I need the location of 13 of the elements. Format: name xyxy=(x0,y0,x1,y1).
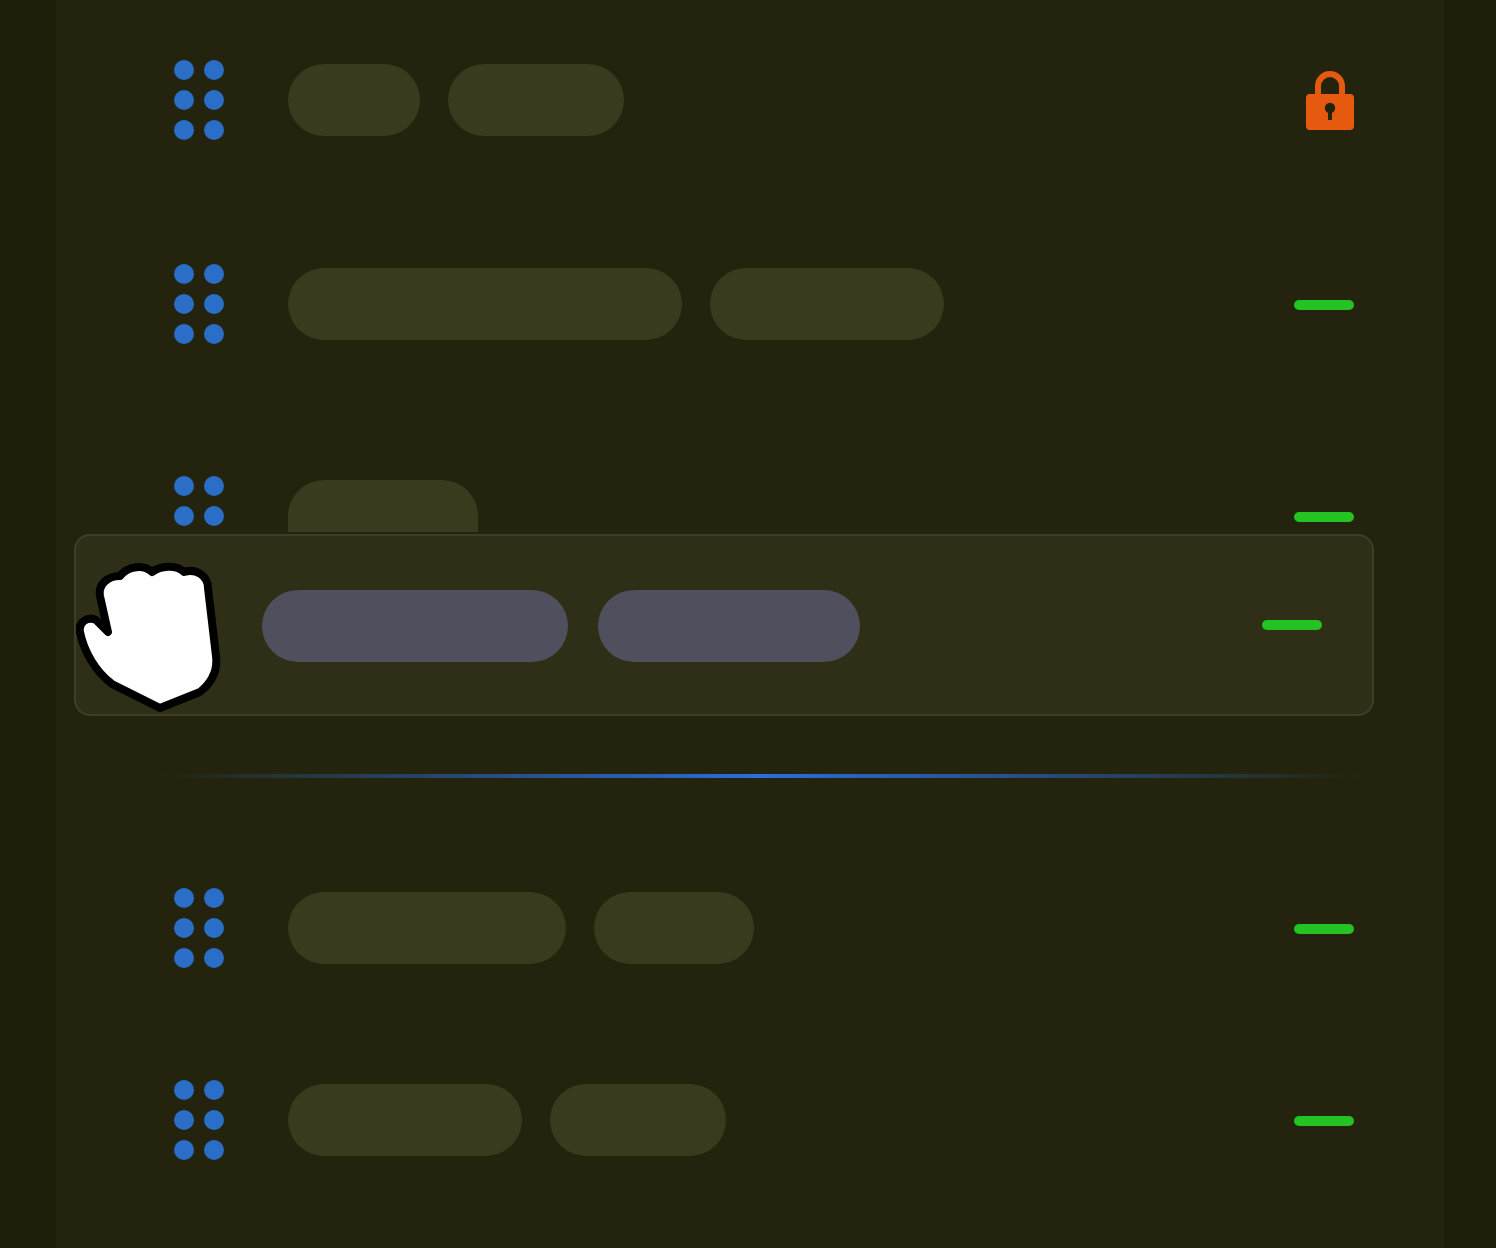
drag-handle-icon[interactable] xyxy=(174,60,226,140)
lock-icon xyxy=(1306,70,1354,130)
dash-icon xyxy=(1294,511,1354,521)
drag-handle-icon[interactable] xyxy=(174,1080,226,1160)
dash-icon xyxy=(1294,923,1354,933)
dash-icon xyxy=(1294,299,1354,309)
grabbing-hand-icon xyxy=(76,560,224,712)
drag-handle-icon[interactable] xyxy=(174,888,226,968)
drag-handle-icon[interactable] xyxy=(174,264,226,344)
dragged-row-card[interactable] xyxy=(74,534,1374,716)
dash-icon xyxy=(1262,620,1322,630)
dash-icon xyxy=(1294,1115,1354,1125)
drag-handle-icon[interactable] xyxy=(174,476,226,526)
